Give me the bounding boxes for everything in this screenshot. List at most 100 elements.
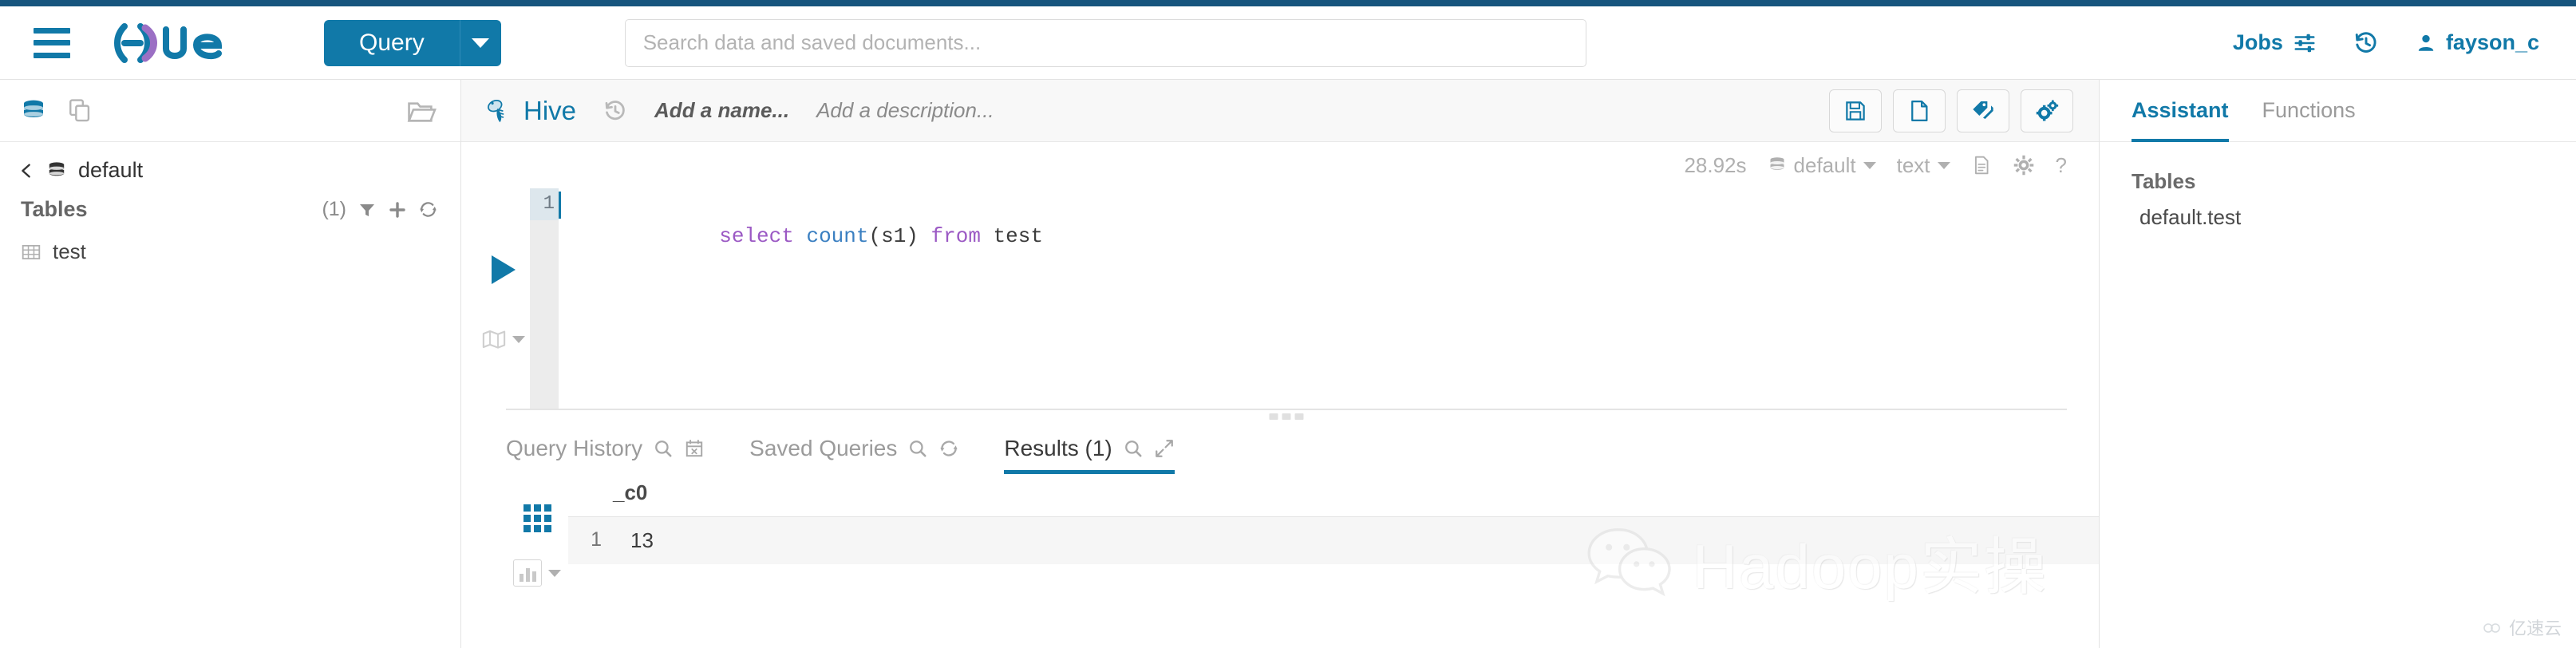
pane-splitter[interactable] <box>506 409 2067 420</box>
settings-button[interactable] <box>2021 89 2073 132</box>
search-icon[interactable] <box>653 438 674 459</box>
new-document-button[interactable] <box>1893 89 1946 132</box>
tables-count: (1) <box>322 198 346 220</box>
result-tabbar: Query History Saved Queries Results (1) <box>461 410 2099 474</box>
chevron-down-icon <box>548 569 561 577</box>
sql-code-line: select count(s1) from test <box>570 188 2067 284</box>
database-breadcrumb[interactable]: default <box>0 142 460 188</box>
line-number: 1 <box>530 188 559 220</box>
history-icon <box>2355 31 2376 53</box>
username-label: fayson_c <box>2445 30 2539 54</box>
left-assist-panel: default Tables (1) test <box>0 80 461 648</box>
assistant-section-title: Tables <box>2132 169 2196 193</box>
tables-label: Tables <box>21 197 88 221</box>
sql-editor-area: 1 select count(s1) from test <box>461 188 2099 409</box>
search-icon[interactable] <box>907 438 928 459</box>
query-button-group[interactable]: Query <box>324 19 501 66</box>
editor-code-area[interactable]: select count(s1) from test <box>559 188 2067 409</box>
editor-run-column <box>477 188 530 409</box>
top-accent-strip <box>0 0 2576 6</box>
expand-icon[interactable] <box>1154 438 1175 459</box>
right-assistant-panel: Assistant Functions Tables default.test <box>2099 80 2576 648</box>
splitter-grip-icon[interactable] <box>1269 413 1304 420</box>
run-query-button[interactable] <box>492 255 516 284</box>
query-map-button[interactable] <box>482 329 525 350</box>
folder-open-icon[interactable] <box>406 97 437 124</box>
document-button[interactable] <box>1971 155 1992 176</box>
engine-name-label: Hive <box>523 95 577 125</box>
calendar-x-icon[interactable] <box>684 438 705 459</box>
query-name-input[interactable]: Add a name... <box>654 98 789 123</box>
database-selector[interactable]: default <box>1768 153 1876 178</box>
global-header: Query Jobs <box>0 6 2576 80</box>
column-header[interactable]: _c0 <box>613 480 647 505</box>
query-dropdown-button[interactable] <box>459 19 501 66</box>
query-button[interactable]: Query <box>324 19 460 66</box>
results-table-header: _c0 <box>568 474 2099 516</box>
selected-format-label: text <box>1896 152 1930 177</box>
sql-token-table: test <box>993 224 1043 248</box>
sql-token-select: select <box>719 224 794 248</box>
history-icon[interactable] <box>603 99 627 123</box>
query-description-input[interactable]: Add a description... <box>816 98 994 123</box>
history-button[interactable] <box>2353 30 2379 56</box>
selected-database-label: default <box>1793 152 1856 177</box>
bar-chart-icon <box>513 559 542 587</box>
tab-assistant[interactable]: Assistant <box>2132 80 2229 142</box>
jobs-label: Jobs <box>2232 30 2283 54</box>
jobs-button[interactable]: Jobs <box>2233 30 2317 55</box>
refresh-icon[interactable] <box>938 438 959 459</box>
assistant-table-item[interactable]: default.test <box>2132 194 2544 230</box>
table-row[interactable]: 1 13 <box>568 517 2099 564</box>
hue-logo-icon <box>114 22 223 63</box>
help-button[interactable]: ? <box>2056 153 2067 178</box>
tab-functions[interactable]: Functions <box>2262 80 2356 142</box>
tab-query-history[interactable]: Query History <box>506 436 705 474</box>
database-icon <box>1770 157 1784 170</box>
format-selector[interactable]: text <box>1897 153 1950 178</box>
cell-value: 13 <box>630 528 654 552</box>
hamburger-icon[interactable] <box>34 27 70 58</box>
result-view-switcher <box>506 474 568 648</box>
chevron-down-icon <box>512 335 525 343</box>
chevron-down-icon <box>1937 161 1950 169</box>
main-body: default Tables (1) test Hive Add a name.… <box>0 80 2576 648</box>
hive-bee-icon <box>488 99 504 122</box>
ace-editor[interactable]: 1 select count(s1) from test <box>530 188 2067 409</box>
search-icon[interactable] <box>1123 438 1144 459</box>
header-actions: Jobs fayson_c <box>2233 30 2539 56</box>
settings-gears-icon <box>2036 100 2059 121</box>
row-index: 1 <box>591 528 602 551</box>
filter-icon[interactable] <box>358 200 377 219</box>
database-icon[interactable] <box>21 98 46 124</box>
hue-logo[interactable] <box>113 22 265 65</box>
editor-toolbar <box>1829 89 2073 132</box>
table-list-item[interactable]: test <box>0 230 460 274</box>
chart-view-button[interactable] <box>513 559 561 587</box>
tab-saved-queries[interactable]: Saved Queries <box>749 436 959 474</box>
tables-header: Tables (1) <box>0 188 460 230</box>
editor-header: Hive Add a name... Add a description... <box>461 80 2099 142</box>
user-icon <box>2418 34 2434 51</box>
table-name-label: test <box>53 239 86 263</box>
table-icon <box>22 244 41 259</box>
assistant-tables-section: Tables default.test <box>2100 142 2576 230</box>
search-input[interactable] <box>624 18 1586 67</box>
plus-icon[interactable] <box>388 200 407 219</box>
tags-button[interactable] <box>1957 89 2009 132</box>
editor-center-pane: Hive Add a name... Add a description... <box>461 80 2099 648</box>
chevron-down-icon <box>1863 161 1876 169</box>
refresh-icon[interactable] <box>418 200 438 219</box>
save-button[interactable] <box>1829 89 1882 132</box>
save-icon <box>1846 101 1865 121</box>
user-menu[interactable]: fayson_c <box>2416 30 2539 55</box>
engine-selector[interactable]: Hive <box>484 96 576 126</box>
tab-results[interactable]: Results (1) <box>1004 436 1175 474</box>
grid-view-icon[interactable] <box>523 504 551 532</box>
editor-gutter: 1 <box>530 188 559 409</box>
query-settings-button[interactable] <box>2013 154 2035 176</box>
results-table: _c0 1 13 <box>568 474 2099 648</box>
left-panel-tabbar <box>0 80 460 142</box>
chevron-left-icon[interactable] <box>18 160 35 181</box>
documents-icon[interactable] <box>67 97 94 124</box>
